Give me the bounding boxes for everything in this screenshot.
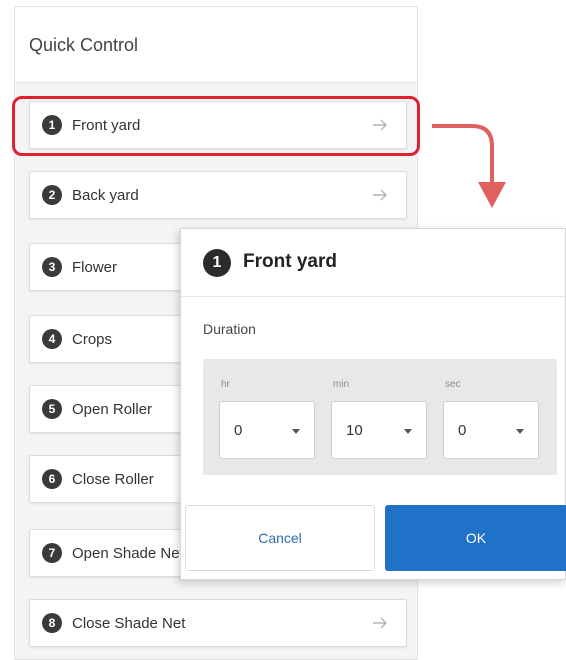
selection-highlight: [12, 96, 420, 156]
caret-down-icon: [404, 429, 412, 434]
panel-title: Quick Control: [29, 35, 139, 55]
item-label: Crops: [72, 331, 113, 348]
curved-arrow-down-icon: [432, 124, 506, 208]
item-label: Close Roller: [72, 471, 154, 488]
min-unit-label: min: [333, 379, 350, 390]
list-item-close-shade-net[interactable]: 8 Close Shade Net: [29, 599, 407, 647]
item-label: Open Roller: [72, 401, 153, 418]
item-label: Close Shade Net: [72, 615, 186, 632]
dialog-header: 1 Front yard: [181, 229, 565, 297]
number-badge: 2: [42, 185, 62, 205]
minute-value: 10: [346, 422, 363, 439]
item-label: Back yard: [72, 187, 139, 204]
item-label: Open Shade Net: [72, 545, 184, 562]
number-badge: 7: [42, 543, 62, 563]
item-label: Flower: [72, 259, 118, 276]
duration-label: Duration: [203, 321, 256, 337]
list-item-back-yard[interactable]: 2 Back yard: [29, 171, 407, 219]
ok-button[interactable]: OK: [385, 505, 566, 571]
number-badge: 1: [203, 249, 231, 277]
duration-picker: hr min sec 0 10 0: [203, 359, 557, 475]
arrow-right-icon: [373, 189, 387, 201]
number-badge: 5: [42, 399, 62, 419]
number-badge: 3: [42, 257, 62, 277]
panel-header: Quick Control: [15, 7, 417, 83]
cancel-button[interactable]: Cancel: [185, 505, 375, 571]
number-badge: 6: [42, 469, 62, 489]
hour-value: 0: [234, 422, 243, 439]
hour-select[interactable]: 0: [219, 401, 315, 459]
hr-unit-label: hr: [221, 379, 230, 390]
second-select[interactable]: 0: [443, 401, 539, 459]
sec-unit-label: sec: [445, 379, 461, 390]
dialog-title: Front yard: [243, 251, 337, 272]
minute-select[interactable]: 10: [331, 401, 427, 459]
arrow-right-icon: [373, 617, 387, 629]
caret-down-icon: [516, 429, 524, 434]
second-value: 0: [458, 422, 467, 439]
number-badge: 8: [42, 613, 62, 633]
duration-dialog: 1 Front yard Duration hr min sec 0 10 0 …: [180, 228, 566, 580]
number-badge: 4: [42, 329, 62, 349]
caret-down-icon: [292, 429, 300, 434]
